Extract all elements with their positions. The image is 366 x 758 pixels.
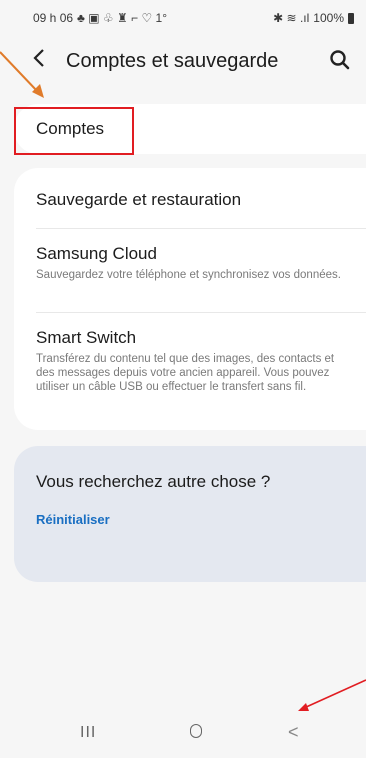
recents-button[interactable]: III	[80, 724, 96, 742]
page-title: Comptes et sauvegarde	[66, 50, 279, 72]
battery-icon	[348, 12, 354, 24]
status-left: 09 h 06 ♣ ▣ ♧ ♜ ⌐ ♡ 1°	[33, 11, 167, 25]
app-header: Comptes et sauvegarde	[0, 36, 366, 86]
backup-restore-label: Sauvegarde et restauration	[36, 190, 242, 209]
back-button[interactable]	[32, 46, 46, 74]
search-button[interactable]	[328, 48, 352, 72]
battery-level: 100%	[313, 11, 344, 25]
samsung-cloud-label: Samsung Cloud	[36, 244, 157, 263]
red-arrow	[298, 679, 366, 711]
smart-switch-description: Transférez du contenu tel que des images…	[36, 353, 335, 393]
navigation-bar: III <	[0, 708, 366, 758]
smart-switch-label: Smart Switch	[36, 328, 137, 347]
status-signal-icons: ✱ ≋ .ıl	[273, 11, 310, 25]
divider	[36, 228, 366, 229]
search-icon	[330, 50, 350, 70]
suggestion-question: Vous recherchez autre chose ?	[36, 472, 271, 491]
status-bar: 09 h 06 ♣ ▣ ♧ ♜ ⌐ ♡ 1° ✱ ≋ .ıl 100%	[0, 0, 366, 36]
status-notification-icons: ♣ ▣ ♧ ♜ ⌐ ♡ 1°	[77, 11, 168, 25]
nav-back-button[interactable]: <	[288, 722, 299, 743]
home-button[interactable]	[190, 724, 202, 738]
backup-restore-item[interactable]: Sauvegarde et restauration	[36, 190, 366, 210]
divider	[36, 312, 366, 313]
status-time: 09 h 06	[33, 11, 74, 25]
samsung-cloud-item[interactable]: Samsung Cloud Sauvegardez votre téléphon…	[36, 244, 366, 282]
highlight-box	[14, 107, 134, 155]
suggestion-card: Vous recherchez autre chose ? Réinitiali…	[14, 446, 366, 582]
reset-link[interactable]: Réinitialiser	[36, 512, 110, 527]
chevron-left-icon	[33, 49, 44, 67]
smart-switch-item[interactable]: Smart Switch Transférez du contenu tel q…	[36, 328, 366, 394]
status-right: ✱ ≋ .ıl 100%	[273, 11, 354, 25]
samsung-cloud-description: Sauvegardez votre téléphone et synchroni…	[36, 269, 341, 281]
backup-card: Sauvegarde et restauration Samsung Cloud…	[14, 168, 366, 430]
